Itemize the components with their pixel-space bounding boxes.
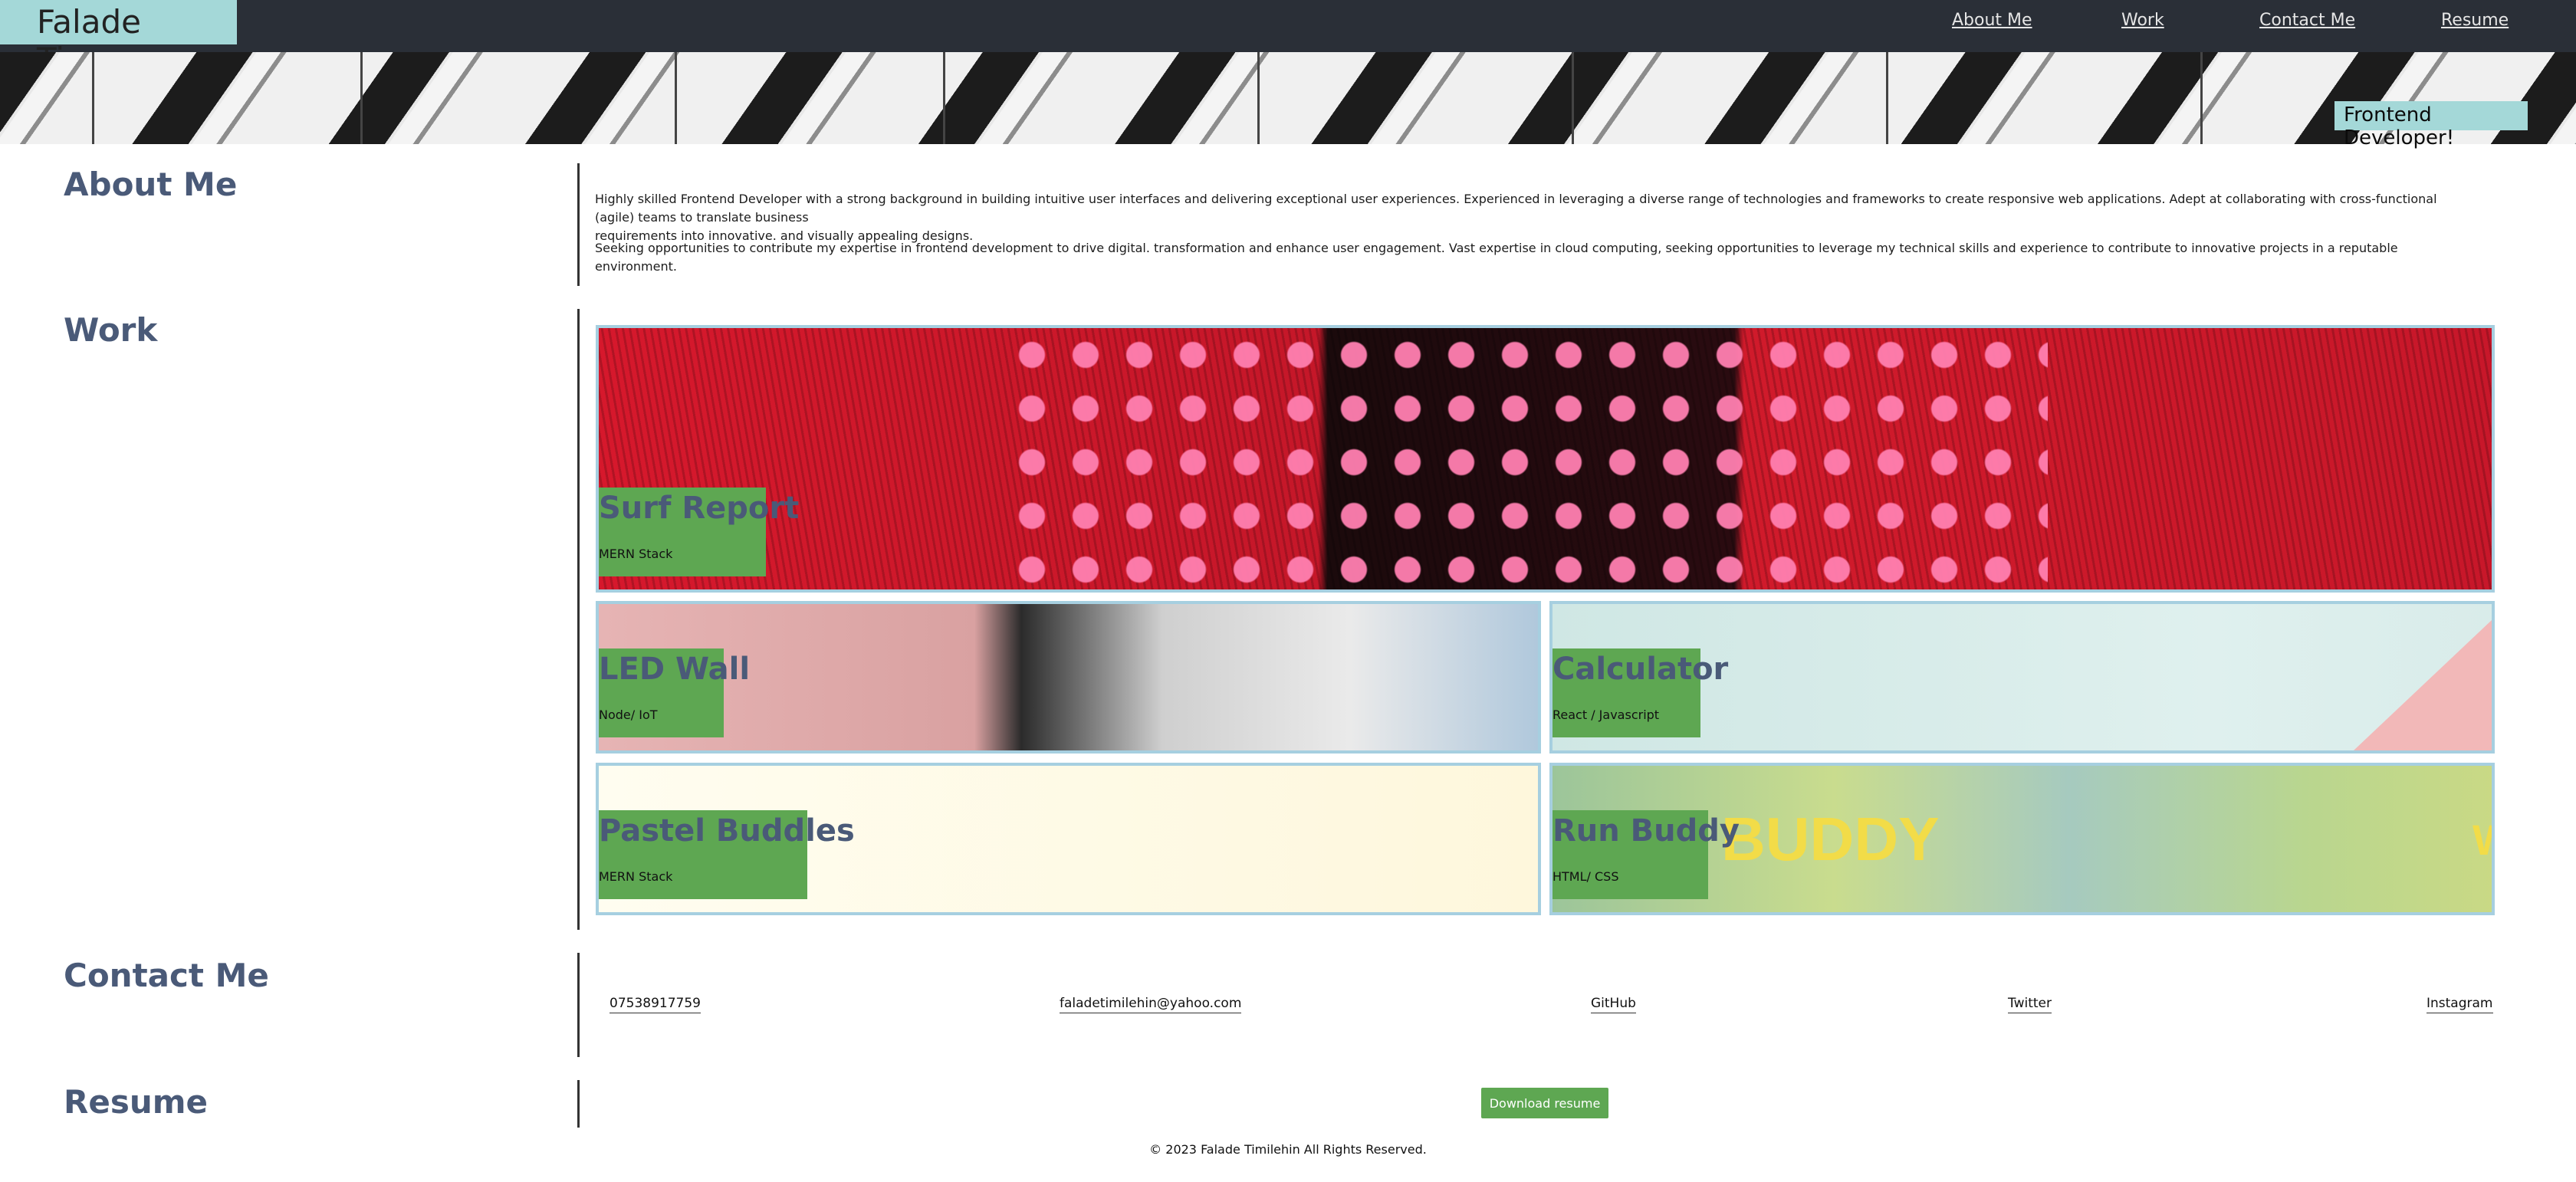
- nav-link-about[interactable]: About Me: [1952, 11, 2032, 30]
- section-title-work: Work: [64, 311, 158, 349]
- project-stack: Node/ IoT: [599, 708, 658, 722]
- section-divider: [577, 1080, 580, 1128]
- download-resume-button[interactable]: Download resume: [1481, 1088, 1608, 1118]
- section-divider: [577, 163, 580, 286]
- section-title-about: About Me: [64, 166, 238, 203]
- project-title: LED Wall: [599, 652, 751, 687]
- project-stack: MERN Stack: [599, 869, 673, 884]
- project-card-calculator[interactable]: Calculator React / Javascript: [1549, 601, 2495, 754]
- footer-copyright: © 2023 Falade Timilehin All Rights Reser…: [1149, 1142, 1427, 1157]
- project-title: Calculator: [1552, 652, 1729, 687]
- project-label: LED Wall Node/ IoT: [599, 648, 750, 737]
- hero-banner: [0, 52, 2576, 144]
- contact-github-link[interactable]: GitHub: [1591, 996, 1636, 1013]
- run-buddy-image-text-2: W: [2472, 815, 2492, 865]
- project-stack: HTML/ CSS: [1552, 869, 1619, 884]
- project-title: Run Buddy: [1552, 813, 1740, 849]
- contact-email-link[interactable]: faladetimilehin@yahoo.com: [1060, 996, 1242, 1013]
- contact-twitter-link[interactable]: Twitter: [2008, 996, 2052, 1013]
- project-label: Surf Report MERN Stack: [599, 488, 799, 576]
- project-label: Run Buddy HTML/ CSS: [1552, 810, 1740, 899]
- section-divider: [577, 953, 580, 1057]
- about-paragraph-1-line-1: Highly skilled Frontend Developer with a…: [595, 192, 2437, 225]
- project-label: Pastel Buddles MERN Stack: [599, 810, 855, 899]
- project-title: Surf Report: [599, 491, 800, 526]
- about-paragraph-1: Highly skilled Frontend Developer with a…: [595, 190, 2450, 245]
- section-divider: [577, 309, 580, 930]
- project-card-pastel-buddles[interactable]: Pastel Buddles MERN Stack: [596, 763, 1541, 915]
- section-title-resume: Resume: [64, 1083, 208, 1121]
- project-card-surf-report[interactable]: Surf Report MERN Stack: [596, 325, 2495, 593]
- about-paragraph-2: Seeking opportunities to contribute my e…: [595, 241, 2398, 274]
- brand-block: Falade Timmy: [0, 0, 237, 78]
- contact-instagram-link[interactable]: Instagram: [2426, 996, 2493, 1013]
- project-stack: React / Javascript: [1552, 708, 1660, 722]
- project-card-run-buddy[interactable]: N BUDDY W Run Buddy HTML/ CSS: [1549, 763, 2495, 915]
- project-card-led-wall[interactable]: LED Wall Node/ IoT: [596, 601, 1541, 754]
- nav-link-resume[interactable]: Resume: [2441, 11, 2509, 30]
- contact-phone-link[interactable]: 07538917759: [610, 996, 701, 1013]
- nav-link-contact[interactable]: Contact Me: [2259, 11, 2355, 30]
- project-title: Pastel Buddles: [599, 813, 855, 849]
- top-navbar: Falade Timmy About Me Work Contact Me Re…: [0, 0, 2576, 78]
- section-title-contact: Contact Me: [64, 957, 269, 994]
- project-label: Calculator React / Javascript: [1552, 648, 1728, 737]
- project-stack: MERN Stack: [599, 547, 673, 561]
- nav-link-work[interactable]: Work: [2121, 11, 2164, 30]
- hero-tagline: Frontend Developer!: [2334, 101, 2528, 149]
